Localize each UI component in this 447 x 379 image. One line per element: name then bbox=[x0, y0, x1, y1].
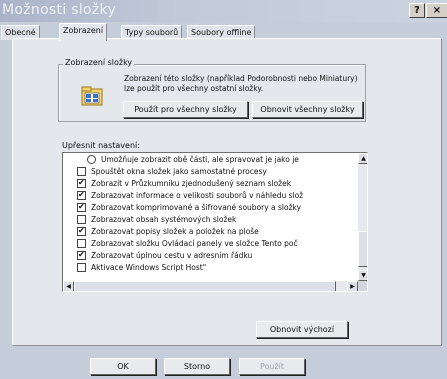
checkbox[interactable] bbox=[77, 250, 86, 260]
checkbox[interactable] bbox=[77, 263, 86, 272]
checkbox[interactable] bbox=[77, 215, 86, 224]
list-item[interactable]: Zobrazovat úplnou cestu v adresním řádku bbox=[63, 250, 363, 261]
folder-view-icon bbox=[80, 84, 104, 108]
checkbox[interactable] bbox=[77, 178, 86, 188]
window-title: Možnosti složky bbox=[2, 2, 117, 18]
tab-view[interactable]: Zobrazení bbox=[59, 23, 108, 41]
list-item[interactable]: Zobrazovat složku Ovládací panely ve slo… bbox=[63, 238, 363, 249]
vertical-scrollbar[interactable]: ▲ ▼ bbox=[358, 153, 367, 281]
scroll-down-icon[interactable]: ▼ bbox=[358, 270, 367, 281]
folder-views-title: Zobrazení složky bbox=[63, 58, 135, 67]
advanced-settings-label: Upřesnit nastavení: bbox=[62, 141, 140, 150]
close-button[interactable]: × bbox=[426, 3, 447, 18]
list-item-label: Zobrazovat obsah systémových složek bbox=[91, 215, 237, 224]
scroll-right-icon[interactable]: ▶ bbox=[347, 281, 358, 291]
checkbox[interactable] bbox=[77, 226, 86, 236]
vertical-scroll-thumb[interactable] bbox=[358, 231, 367, 267]
help-button[interactable]: ? bbox=[409, 3, 425, 18]
list-item-label: Zobrazit v Průzkumníku zjednodušený sezn… bbox=[91, 179, 292, 188]
list-item[interactable]: Zobrazovat popisy složek a položek na pl… bbox=[63, 226, 363, 237]
apply-to-all-folders-button[interactable]: Použít pro všechny složky bbox=[123, 101, 248, 118]
ok-button[interactable]: OK bbox=[90, 358, 156, 375]
list-item[interactable]: Aktivace Windows Script Host" bbox=[63, 262, 363, 273]
scrollbar-corner bbox=[358, 281, 367, 291]
checkbox[interactable] bbox=[77, 167, 86, 176]
checkbox[interactable] bbox=[77, 202, 86, 212]
list-item[interactable]: Spouštět okna složek jako samostatné pro… bbox=[63, 166, 363, 177]
list-item[interactable]: Umožňuje zobrazit obě části, ale spravov… bbox=[63, 154, 363, 165]
list-item[interactable]: Zobrazovat komprimované a šifrované soub… bbox=[63, 202, 363, 213]
checkbox[interactable] bbox=[77, 239, 86, 248]
horizontal-scrollbar[interactable]: ◀ ▶ bbox=[63, 281, 358, 291]
cancel-button[interactable]: Storno bbox=[164, 358, 230, 375]
title-bar: Možnosti složky ? × bbox=[0, 0, 447, 22]
checkbox[interactable] bbox=[77, 190, 86, 200]
list-item-label: Zobrazovat úplnou cestu v adresním řádku bbox=[91, 251, 253, 260]
list-item[interactable]: Zobrazovat obsah systémových složek bbox=[63, 214, 363, 225]
list-item-label: Zobrazovat složku Ovládací panely ve slo… bbox=[91, 239, 298, 248]
list-item[interactable]: Zobrazit v Průzkumníku zjednodušený sezn… bbox=[63, 178, 363, 189]
list-item-label: Zobrazovat popisy složek a položek na pl… bbox=[91, 227, 259, 236]
advanced-settings-list[interactable]: Umožňuje zobrazit obě části, ale spravov… bbox=[62, 152, 368, 292]
scroll-left-icon[interactable]: ◀ bbox=[63, 281, 74, 291]
list-item[interactable]: Zobrazovat informace o velikosti souborů… bbox=[63, 190, 363, 201]
horizontal-scroll-thumb[interactable] bbox=[74, 281, 336, 291]
restore-defaults-button[interactable]: Obnovit výchozí bbox=[256, 321, 348, 338]
list-item-label: Zobrazovat informace o velikosti souborů… bbox=[91, 191, 304, 200]
radio-button[interactable] bbox=[87, 155, 96, 164]
list-item-label: Zobrazovat komprimované a šifrované soub… bbox=[91, 203, 302, 212]
list-item-label: Umožňuje zobrazit obě části, ale spravov… bbox=[101, 155, 299, 164]
reset-all-folders-button[interactable]: Obnovit všechny složky bbox=[252, 101, 363, 118]
apply-button[interactable]: Použít bbox=[239, 358, 305, 375]
list-item-label: Spouštět okna složek jako samostatné pro… bbox=[91, 167, 267, 176]
scroll-up-icon[interactable]: ▲ bbox=[358, 153, 367, 164]
list-item-label: Aktivace Windows Script Host" bbox=[91, 263, 207, 272]
folder-views-description: Zobrazení této složky (například Podorob… bbox=[124, 74, 358, 93]
